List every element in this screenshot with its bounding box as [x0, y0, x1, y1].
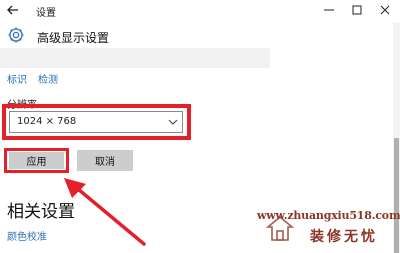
gear-icon: [8, 27, 24, 43]
back-arrow-icon[interactable]: [6, 3, 20, 17]
maximize-icon[interactable]: [350, 3, 364, 17]
cancel-button[interactable]: 取消: [77, 150, 133, 171]
page-title: 高级显示设置: [37, 31, 110, 45]
apply-button[interactable]: 应用: [9, 152, 64, 169]
display-preview-panel: [0, 48, 270, 68]
watermark-text: 装修无忧: [310, 229, 378, 245]
resolution-value: 1024 × 768: [17, 116, 77, 127]
color-calibration-link[interactable]: 颜色校准: [7, 228, 47, 243]
detect-link[interactable]: 检测: [38, 71, 58, 86]
chevron-down-icon: [168, 119, 178, 125]
title-bar: [0, 0, 400, 22]
close-icon[interactable]: [378, 3, 392, 17]
minimize-icon[interactable]: [322, 3, 336, 17]
watermark-logo-icon: [265, 215, 295, 241]
scrollbar-thumb[interactable]: [394, 138, 399, 253]
identify-link[interactable]: 标识: [7, 71, 27, 86]
red-arrow-icon: [64, 178, 146, 246]
window-title: 设置: [36, 8, 56, 19]
